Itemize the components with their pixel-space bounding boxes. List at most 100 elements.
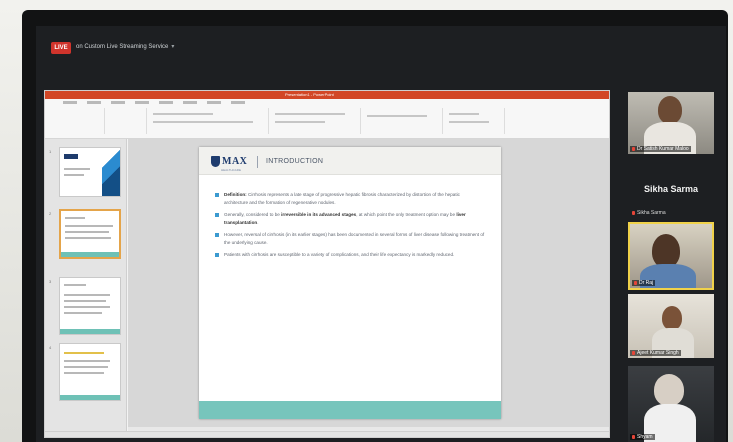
- bullet-square-icon: [215, 233, 219, 237]
- meeting-title-text: on Custom Live Streaming Service: [76, 44, 169, 50]
- bullet-text: Cirrhosis represents a late stage of pro…: [224, 192, 460, 205]
- bullet-text: .: [257, 220, 259, 225]
- slide-thumbnail-2[interactable]: [59, 209, 121, 259]
- thumbnail-line: [64, 312, 102, 314]
- participant-name-text: Shyam: [637, 434, 653, 440]
- ribbon-tabs[interactable]: [63, 101, 245, 104]
- thumbnail-number: 2: [49, 211, 52, 216]
- chevron-down-icon[interactable]: ▾: [171, 44, 174, 50]
- thumbnail-line: [64, 300, 106, 302]
- bullet-item: Patients with cirrhosis are susceptible …: [215, 251, 485, 259]
- thumbnail-footer-band: [60, 395, 120, 400]
- thumbnail-number: 3: [49, 279, 52, 284]
- participant-head: [662, 306, 682, 330]
- participant-tile[interactable]: Dr Satish Kumar Maloo: [628, 92, 714, 154]
- mic-muted-icon: [632, 146, 635, 151]
- subname-text: Sikha Sarma: [637, 210, 666, 216]
- ribbon-tab[interactable]: [231, 101, 245, 104]
- ribbon-tab[interactable]: [111, 101, 125, 104]
- mic-muted-icon: [632, 350, 635, 355]
- shield-icon: [211, 156, 220, 167]
- thumbnail-line: [64, 284, 86, 286]
- thumbnail-footer-band: [60, 329, 120, 334]
- thumbnail-line: [64, 372, 104, 374]
- thumbnail-line: [65, 217, 85, 219]
- participant-tile-active[interactable]: Dr Raj: [628, 222, 714, 290]
- meeting-screen: LIVE on Custom Live Streaming Service ▾ P…: [36, 26, 726, 442]
- thumbnail-line: [64, 360, 110, 362]
- thumbnail-line: [65, 225, 113, 227]
- bullet-bold: Definition:: [224, 192, 247, 197]
- participant-name: Ajeet Kumar Singh: [630, 350, 681, 356]
- thumbnail-number: 4: [49, 345, 52, 350]
- mic-muted-icon: [632, 434, 635, 439]
- participant-tile[interactable]: Shyam: [628, 366, 714, 442]
- ribbon-tab[interactable]: [135, 101, 149, 104]
- ribbon-control[interactable]: [367, 115, 427, 117]
- ppt-status-bar: [45, 431, 609, 437]
- bullet-item: Generally, considered to be irreversible…: [215, 211, 485, 227]
- bullet-text: Patients with cirrhosis are susceptible …: [224, 252, 455, 257]
- participant-head: [658, 96, 682, 124]
- participant-tile[interactable]: Ajeet Kumar Singh: [628, 294, 714, 358]
- slide-footer-band: [199, 401, 501, 419]
- bullet-square-icon: [215, 213, 219, 217]
- participant-name: Dr Satish Kumar Maloo: [630, 146, 691, 152]
- bullet-bold: irreversible in its advanced stages: [281, 212, 357, 217]
- participant-panel: Dr Satish Kumar Maloo Sikha Sarma Sikha …: [616, 26, 726, 442]
- ribbon-control[interactable]: [449, 121, 489, 123]
- powerpoint-window: Presentation1 - PowerPoint 1 2 3 4 MAX H…: [44, 90, 610, 438]
- ribbon-group-clipboard[interactable]: [49, 108, 105, 134]
- ribbon-control[interactable]: [153, 113, 213, 115]
- participant-name-text: Dr Satish Kumar Maloo: [637, 146, 689, 152]
- live-badge[interactable]: LIVE: [51, 42, 71, 54]
- meeting-title[interactable]: on Custom Live Streaming Service ▾: [76, 43, 174, 50]
- thumbnail-footer-band: [61, 252, 119, 257]
- participant-name-text: Dr Raj: [639, 280, 654, 286]
- ppt-ribbon[interactable]: [45, 99, 609, 139]
- ppt-window-title: Presentation1 - PowerPoint: [285, 92, 334, 97]
- bullet-item: Definition: Cirrhosis represents a late …: [215, 191, 485, 207]
- highlighted-speaker-subname: Sikha Sarma: [632, 210, 666, 216]
- max-logo: MAX: [211, 156, 247, 167]
- bullet-square-icon: [215, 253, 219, 257]
- thumbnail-line: [64, 366, 108, 368]
- slide-header: MAX HEALTHCARE INTRODUCTION: [199, 147, 501, 175]
- ribbon-group-drawing[interactable]: [363, 108, 443, 134]
- participant-name: Dr Raj: [632, 280, 656, 286]
- bullet-square-icon: [215, 193, 219, 197]
- max-logo-mini: [64, 154, 78, 159]
- ppt-titlebar: Presentation1 - PowerPoint: [45, 91, 609, 99]
- thumbnail-line: [64, 168, 90, 170]
- participant-head: [654, 374, 684, 406]
- highlighted-speaker-name: Sikha Sarma: [643, 184, 699, 194]
- ribbon-tab[interactable]: [63, 101, 77, 104]
- participant-name-text: Ajeet Kumar Singh: [637, 350, 679, 356]
- current-slide[interactable]: MAX HEALTHCARE INTRODUCTION Definition: …: [199, 147, 501, 419]
- slide-thumbnail-1[interactable]: [59, 147, 121, 197]
- thumbnail-number: 1: [49, 149, 52, 154]
- ribbon-tab[interactable]: [183, 101, 197, 104]
- ribbon-tab[interactable]: [159, 101, 173, 104]
- ribbon-control[interactable]: [275, 121, 325, 123]
- ribbon-control[interactable]: [275, 113, 345, 115]
- ribbon-tab[interactable]: [87, 101, 101, 104]
- logo-subtext: HEALTHCARE: [221, 168, 241, 172]
- ribbon-control[interactable]: [153, 121, 253, 123]
- slide-thumbnail-3[interactable]: [59, 277, 121, 335]
- slide-thumbnail-pane: 1 2 3 4: [45, 139, 127, 435]
- thumbnail-line: [65, 237, 111, 239]
- mic-muted-icon: [632, 210, 635, 215]
- slide-title: INTRODUCTION: [266, 158, 324, 165]
- ribbon-control[interactable]: [449, 113, 479, 115]
- thumbnail-line: [65, 231, 109, 233]
- mic-muted-icon: [634, 280, 637, 285]
- bullet-text: Generally, considered to be: [224, 212, 282, 217]
- slide-editing-canvas[interactable]: MAX HEALTHCARE INTRODUCTION Definition: …: [128, 139, 609, 427]
- ribbon-tab[interactable]: [207, 101, 221, 104]
- participant-name: Shyam: [630, 434, 655, 440]
- bullet-text: , at which point the only treatment opti…: [356, 212, 457, 217]
- slide-thumbnail-4[interactable]: [59, 343, 121, 401]
- bullet-item: However, reversal of cirrhosis (in its e…: [215, 231, 485, 247]
- ribbon-group-slides[interactable]: [107, 108, 147, 134]
